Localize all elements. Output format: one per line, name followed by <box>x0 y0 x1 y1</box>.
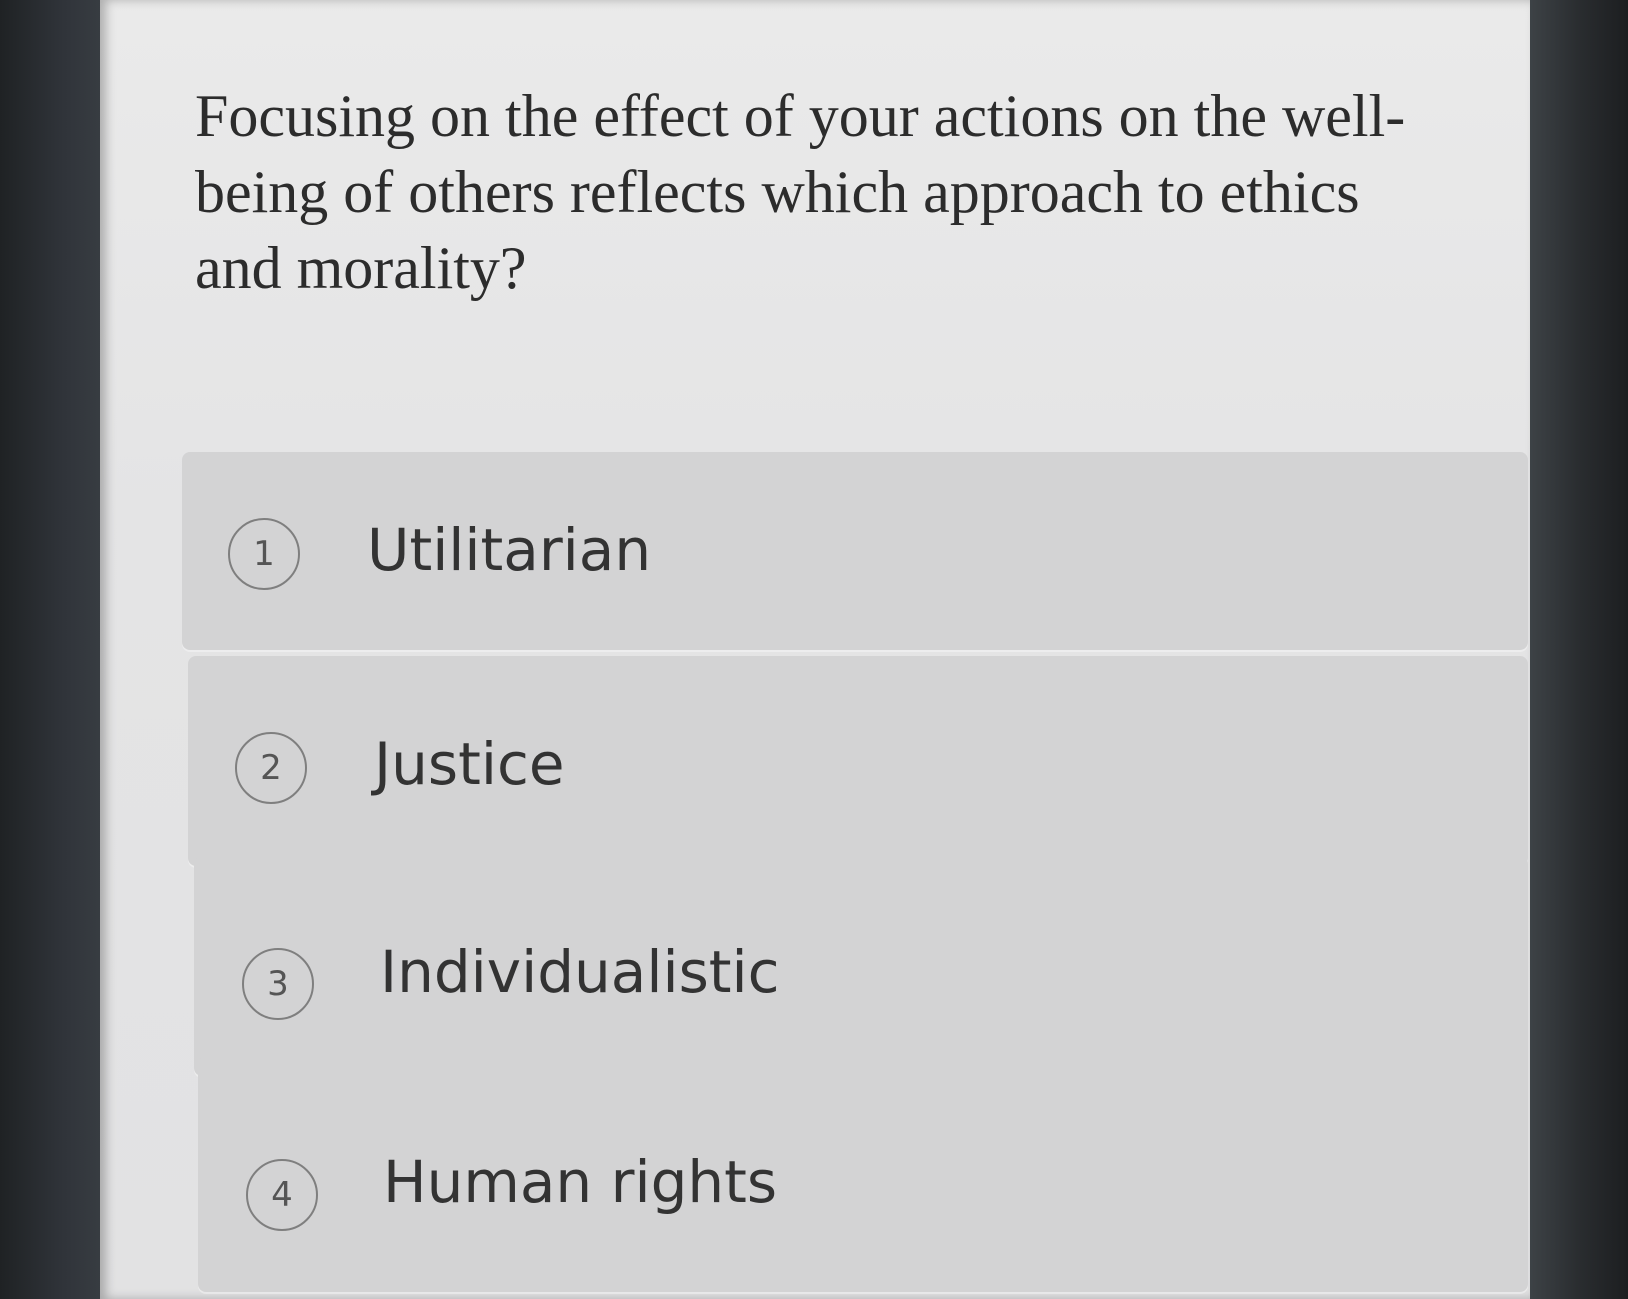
option-label: Individualistic <box>380 938 780 1006</box>
answer-option-1[interactable]: 1 Utilitarian <box>182 452 1528 650</box>
quiz-screen: Focusing on the effect of your actions o… <box>100 0 1530 1299</box>
question-text: Focusing on the effect of your actions o… <box>195 83 1406 301</box>
monitor-bezel-right <box>1528 0 1628 1299</box>
answer-option-3[interactable]: 3 Individualistic <box>194 856 1528 1076</box>
option-label: Utilitarian <box>367 516 652 584</box>
option-number-badge: 3 <box>242 948 314 1020</box>
option-label: Human rights <box>383 1148 778 1216</box>
answer-option-4[interactable]: 4 Human rights <box>198 1056 1528 1292</box>
answer-option-2[interactable]: 2 Justice <box>188 656 1528 866</box>
option-number-badge: 4 <box>246 1159 318 1231</box>
option-number-badge: 1 <box>228 518 300 590</box>
option-label: Justice <box>374 730 565 798</box>
option-number-badge: 2 <box>235 732 307 804</box>
